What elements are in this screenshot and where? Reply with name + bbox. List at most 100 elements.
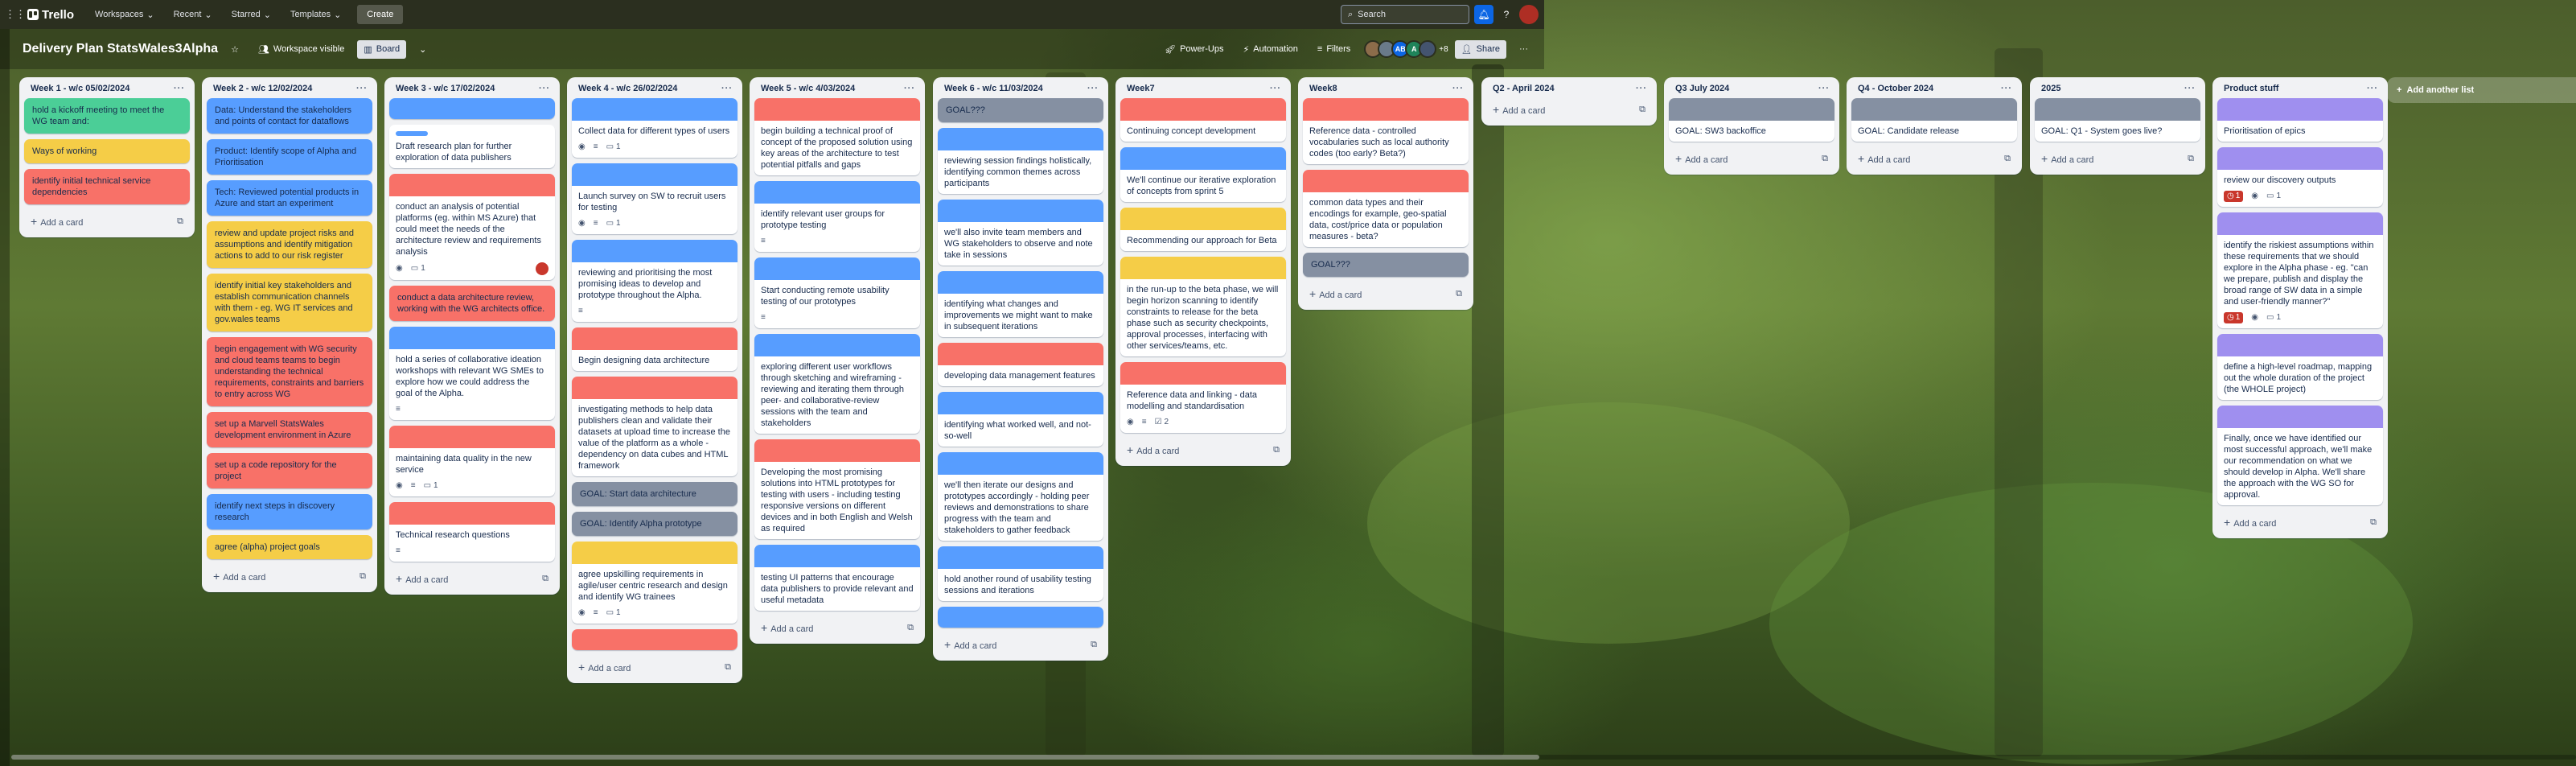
board-horizontal-scrollbar[interactable]	[11, 755, 2576, 760]
list-title[interactable]: Week 3 - w/c 17/02/2024	[396, 84, 495, 93]
card[interactable]: identifying what changes and improvement…	[938, 271, 1103, 337]
card[interactable]: investigating methods to help data publi…	[572, 377, 737, 476]
list-title[interactable]: Week 2 - w/c 12/02/2024	[213, 84, 312, 93]
search-input[interactable]: ⌕ Search	[1341, 5, 1469, 24]
add-card-button[interactable]: + Add a card ⧉	[754, 616, 920, 639]
card[interactable]: set up a Marvell StatsWales development …	[207, 412, 372, 447]
card[interactable]: hold a series of collaborative ideation …	[389, 327, 555, 420]
board-menu-icon[interactable]: ···	[1513, 40, 1535, 58]
add-card-button[interactable]: + Add a card ⧉	[1851, 147, 2017, 170]
sidebar-collapsed[interactable]	[0, 29, 10, 766]
template-icon[interactable]: ⧉	[542, 574, 548, 584]
list-menu-icon[interactable]: ···	[904, 84, 915, 93]
template-icon[interactable]: ⧉	[1456, 289, 1462, 299]
card[interactable]: Begin designing data architecture	[572, 327, 737, 371]
workspace-visible-button[interactable]: 👥︎ Workspace visible	[252, 40, 351, 59]
card[interactable]: set up a code repository for the project	[207, 453, 372, 488]
add-card-button[interactable]: + Add a card ⧉	[1669, 147, 1834, 170]
chevron-down-icon[interactable]: ⌄	[413, 40, 433, 59]
card[interactable]: We'll continue our iterative exploration…	[1120, 147, 1286, 202]
card[interactable]: GOAL???	[1303, 253, 1469, 277]
card[interactable]	[938, 607, 1103, 628]
list-menu-icon[interactable]: ···	[2001, 84, 2012, 93]
list-header[interactable]: Week 6 - w/c 11/03/2024 ···	[938, 82, 1103, 98]
list-header[interactable]: Week 2 - w/c 12/02/2024 ···	[207, 82, 372, 98]
scrollbar-thumb[interactable]	[11, 755, 1539, 760]
list-header[interactable]: Q3 July 2024 ···	[1669, 82, 1834, 98]
share-button[interactable]: 👤︎ Share	[1454, 39, 1506, 59]
member-avatar[interactable]	[536, 262, 548, 275]
card[interactable]: identify initial key stakeholders and es…	[207, 274, 372, 332]
template-icon[interactable]: ⧉	[1273, 445, 1280, 455]
list-menu-icon[interactable]: ···	[2367, 84, 2378, 93]
starred-menu[interactable]: Starred ⌄	[224, 5, 279, 25]
list-header[interactable]: Week 4 - w/c 26/02/2024 ···	[572, 82, 737, 98]
card[interactable]: identifying what worked well, and not-so…	[938, 392, 1103, 447]
card[interactable]: Reference data - controlled vocabularies…	[1303, 98, 1469, 164]
card[interactable]: identify initial technical service depen…	[24, 169, 190, 204]
card[interactable]: identify next steps in discovery researc…	[207, 494, 372, 529]
list-title[interactable]: Week 1 - w/c 05/02/2024	[31, 84, 129, 93]
list-header[interactable]: Product stuff ···	[2217, 82, 2383, 98]
card[interactable]: define a high-level roadmap, mapping out…	[2217, 334, 2383, 400]
add-card-button[interactable]: + Add a card ⧉	[24, 210, 190, 233]
create-button[interactable]: Create	[357, 5, 404, 24]
template-icon[interactable]: ⧉	[1822, 154, 1828, 164]
list-title[interactable]: Q2 - April 2024	[1493, 84, 1555, 93]
card[interactable]: Prioritisation of epics	[2217, 98, 2383, 142]
card[interactable]: Technical research questions ≡	[389, 502, 555, 562]
list-header[interactable]: Week 5 - w/c 4/03/2024 ···	[754, 82, 920, 98]
list-title[interactable]: Week 4 - w/c 26/02/2024	[578, 84, 677, 93]
card[interactable]: we'll then iterate our designs and proto…	[938, 452, 1103, 541]
card[interactable]: hold another round of usability testing …	[938, 546, 1103, 601]
card[interactable]: agree upskilling requirements in agile/u…	[572, 542, 737, 624]
card[interactable]: Data: Understand the stakeholders and po…	[207, 98, 372, 134]
templates-menu[interactable]: Templates ⌄	[282, 5, 349, 25]
card[interactable]: reviewing session findings holistically,…	[938, 128, 1103, 194]
list-menu-icon[interactable]: ···	[721, 84, 733, 93]
card[interactable]: developing data management features	[938, 343, 1103, 386]
account-avatar[interactable]	[1519, 5, 1539, 24]
add-card-button[interactable]: + Add a card ⧉	[1120, 439, 1286, 461]
card[interactable]: testing UI patterns that encourage data …	[754, 545, 920, 611]
powerups-button[interactable]: 🚀︎ Power-Ups	[1158, 40, 1230, 59]
card[interactable]: GOAL: Candidate release	[1851, 98, 2017, 142]
list-title[interactable]: Week 5 - w/c 4/03/2024	[761, 84, 855, 93]
card[interactable]: Reference data and linking - data modell…	[1120, 362, 1286, 433]
template-icon[interactable]: ⧉	[725, 662, 731, 673]
card[interactable]: GOAL: Q1 - System goes live?	[2035, 98, 2200, 142]
add-card-button[interactable]: + Add a card ⧉	[572, 656, 737, 678]
workspaces-menu[interactable]: Workspaces ⌄	[87, 5, 162, 25]
list-menu-icon[interactable]: ···	[539, 84, 550, 93]
card[interactable]: maintaining data quality in the new serv…	[389, 426, 555, 496]
list-menu-icon[interactable]: ···	[1818, 84, 1830, 93]
card[interactable]	[389, 98, 555, 119]
notifications-icon[interactable]: 🔔︎	[1474, 5, 1493, 24]
add-card-button[interactable]: + Add a card ⧉	[938, 633, 1103, 656]
card[interactable]: hold a kickoff meeting to meet the WG te…	[24, 98, 190, 134]
list-menu-icon[interactable]: ···	[2184, 84, 2196, 93]
list-header[interactable]: Week7 ···	[1120, 82, 1286, 98]
app-switcher-icon[interactable]: ⋮⋮	[5, 6, 26, 23]
add-card-button[interactable]: + Add a card ⧉	[2035, 147, 2200, 170]
card[interactable]: Launch survey on SW to recruit users for…	[572, 163, 737, 234]
list-menu-icon[interactable]: ···	[1636, 84, 1647, 93]
add-card-button[interactable]: + Add a card ⧉	[389, 567, 555, 590]
card[interactable]: conduct a data architecture review, work…	[389, 286, 555, 321]
list-title[interactable]: Q4 - October 2024	[1858, 84, 1933, 93]
list-title[interactable]: Week8	[1309, 84, 1337, 93]
template-icon[interactable]: ⧉	[907, 623, 914, 633]
card[interactable]: Ways of working	[24, 139, 190, 163]
card[interactable]: Start conducting remote usability testin…	[754, 257, 920, 328]
template-icon[interactable]: ⧉	[2188, 154, 2194, 164]
board-view-button[interactable]: ▥ Board	[357, 39, 407, 59]
star-board-icon[interactable]: ☆	[224, 40, 245, 59]
add-card-button[interactable]: + Add a card ⧉	[1486, 98, 1652, 121]
list-header[interactable]: 2025 ···	[2035, 82, 2200, 98]
list-menu-icon[interactable]: ···	[174, 84, 185, 93]
automation-button[interactable]: ⚡︎ Automation	[1237, 40, 1304, 59]
card[interactable]: in the run-up to the beta phase, we will…	[1120, 257, 1286, 356]
template-icon[interactable]: ⧉	[1639, 105, 1645, 115]
list-header[interactable]: Q4 - October 2024 ···	[1851, 82, 2017, 98]
list-title[interactable]: Week 6 - w/c 11/03/2024	[944, 84, 1043, 93]
